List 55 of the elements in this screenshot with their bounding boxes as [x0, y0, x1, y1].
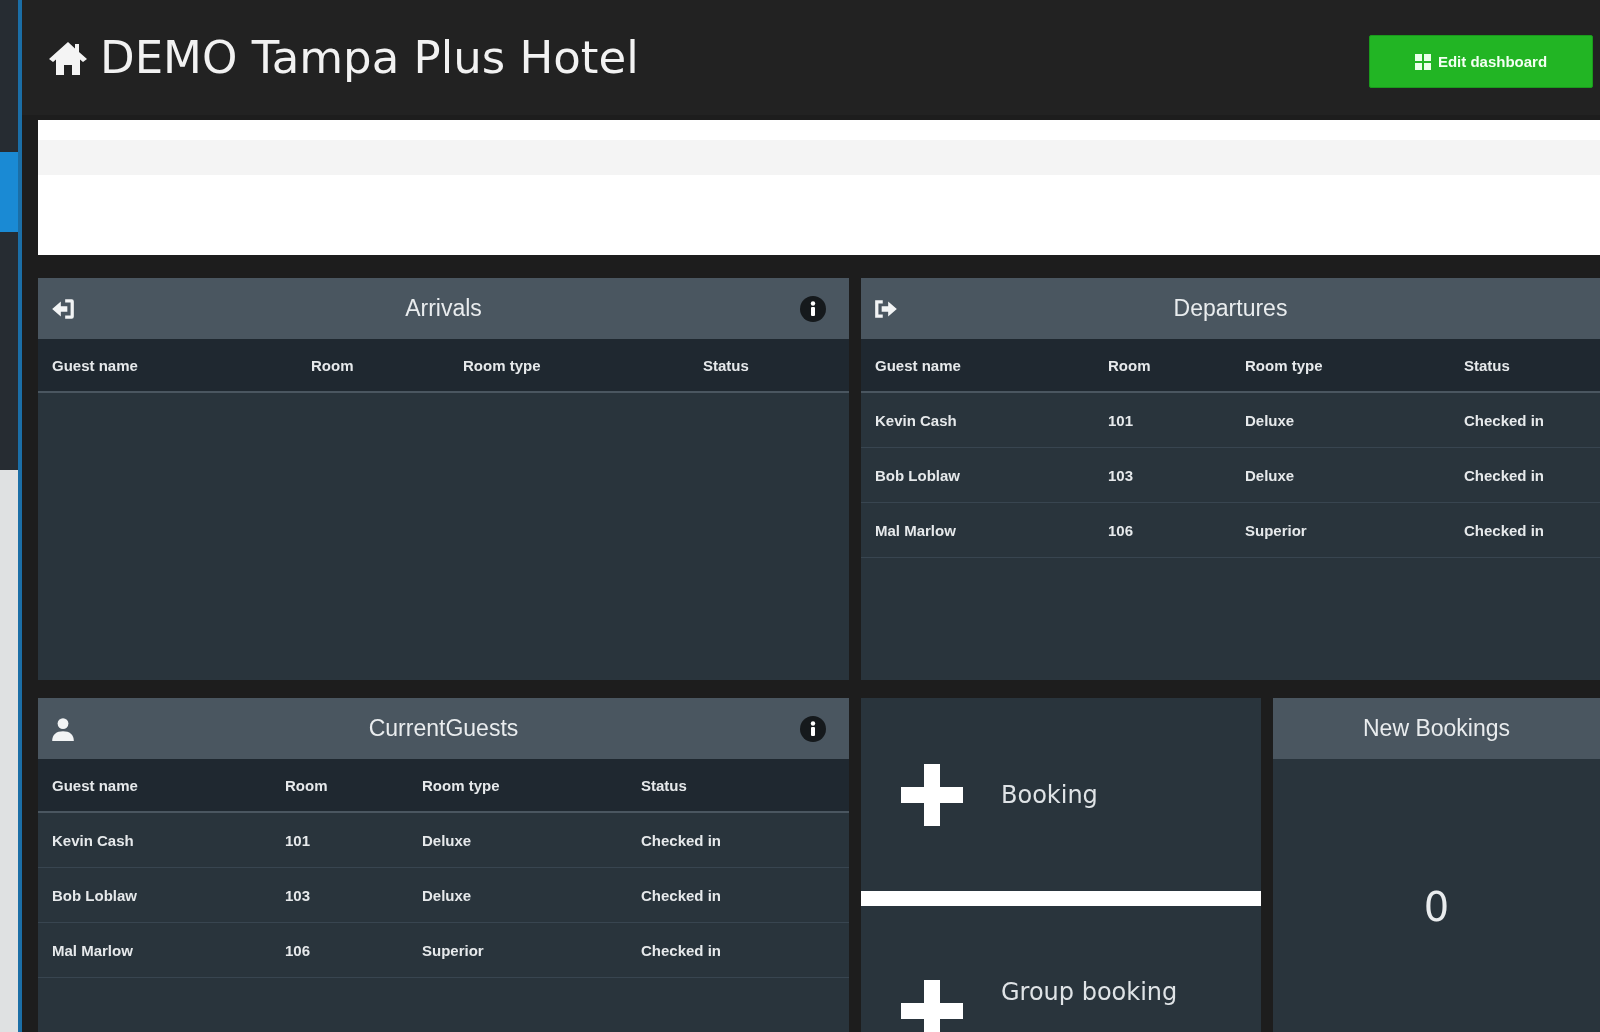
- table-cell-text: Checked in: [1463, 411, 1546, 429]
- column-header: Guest name: [874, 356, 962, 374]
- table-cell-text: Superior: [1244, 521, 1308, 539]
- user-icon: [50, 716, 76, 742]
- column-header: Status: [1463, 356, 1511, 374]
- column-header: Status: [702, 356, 750, 374]
- booking-count: 0: [1423, 884, 1450, 932]
- grid-icon: [1414, 53, 1431, 70]
- table-cell-text: Checked in: [1463, 521, 1546, 539]
- table-cell-text: 106: [284, 941, 312, 959]
- table-cell-text: 103: [1107, 466, 1135, 484]
- panel-title: New Bookings: [1363, 715, 1510, 742]
- table-cell-text: Kevin Cash: [874, 411, 958, 429]
- column-header: Guest name: [51, 356, 139, 374]
- table-cell-text: Deluxe: [1244, 466, 1296, 484]
- column-header: Room: [310, 356, 355, 374]
- table-cell-text: 106: [1107, 521, 1135, 539]
- table-cell-text: Deluxe: [1244, 411, 1296, 429]
- sidebar-item[interactable]: [0, 0, 18, 152]
- table-cell-text: 101: [284, 831, 312, 849]
- plus-icon: [899, 978, 965, 1032]
- table-cell-text: Checked in: [640, 831, 723, 849]
- column-header: Room type: [421, 776, 501, 794]
- table-cell-text: Deluxe: [421, 886, 473, 904]
- table-cell-text: Kevin Cash: [51, 831, 135, 849]
- new-booking-button[interactable]: Booking: [861, 698, 1261, 891]
- info-icon[interactable]: [799, 715, 827, 743]
- table-cell-text: Superior: [421, 941, 485, 959]
- table-cell-text: Deluxe: [421, 831, 473, 849]
- table-cell-text: Mal Marlow: [874, 521, 957, 539]
- column-header: Room: [284, 776, 329, 794]
- column-header: Room: [1107, 356, 1152, 374]
- sidebar-item[interactable]: [0, 232, 18, 470]
- arrow-in-icon: [50, 296, 76, 322]
- panel-title: Arrivals: [405, 295, 482, 322]
- table-cell-text: Checked in: [1463, 466, 1546, 484]
- column-header: Status: [640, 776, 688, 794]
- sidebar-item[interactable]: [0, 152, 18, 232]
- home-icon: [48, 39, 88, 76]
- hotel-title: DEMO Tampa Plus Hotel: [100, 31, 639, 84]
- table-cell-text: 101: [1107, 411, 1135, 429]
- column-header: Guest name: [51, 776, 139, 794]
- panel-title: CurrentGuests: [368, 715, 519, 742]
- table-cell-text: Checked in: [640, 941, 723, 959]
- table-cell-text: Mal Marlow: [51, 941, 134, 959]
- plus-icon: [899, 761, 965, 828]
- table-cell-text: Bob Loblaw: [51, 886, 138, 904]
- new-booking-button[interactable]: Group booking: [861, 906, 1261, 1032]
- panel-title: Departures: [1173, 295, 1288, 322]
- info-icon[interactable]: [799, 295, 827, 323]
- table-cell-text: Checked in: [640, 886, 723, 904]
- table-cell-text: Bob Loblaw: [874, 466, 961, 484]
- column-header: Room type: [462, 356, 542, 374]
- table-cell-text: 103: [284, 886, 312, 904]
- column-header: Room type: [1244, 356, 1324, 374]
